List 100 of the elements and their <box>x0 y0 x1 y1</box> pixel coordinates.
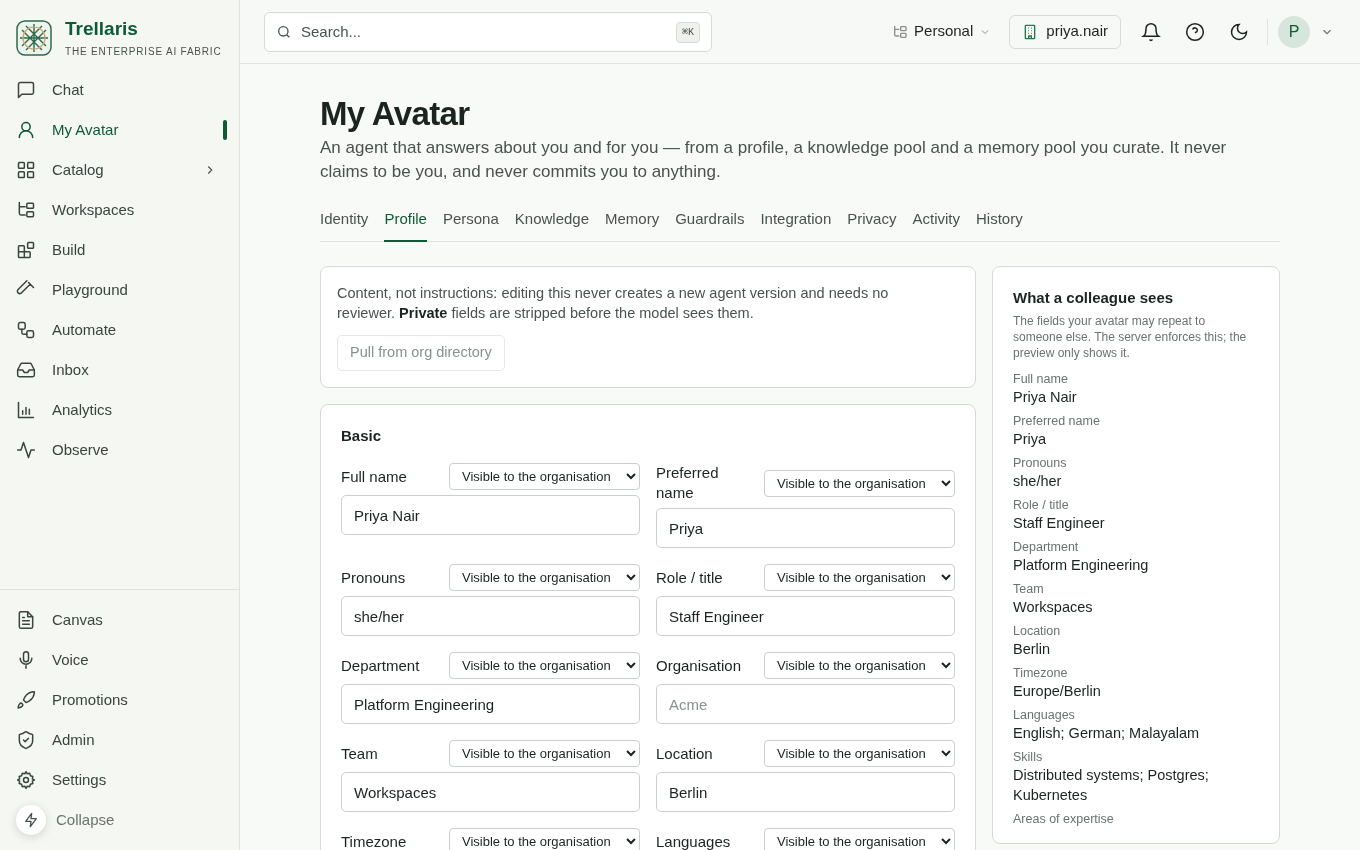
preview-value: Staff Engineer <box>1013 514 1106 533</box>
visibility-select[interactable]: Visible to the organisation <box>764 740 955 767</box>
moon-icon <box>1229 21 1249 42</box>
field-label: Location <box>656 743 714 764</box>
organisation-button[interactable]: priya.nair <box>1009 14 1121 49</box>
input-field[interactable]: Priya <box>656 508 955 548</box>
activity-icon <box>16 440 36 460</box>
page-title: My Avatar <box>320 94 471 134</box>
help-icon <box>1185 21 1205 42</box>
visibility-select[interactable]: Visible to the organisation <box>449 463 640 490</box>
sidebar-item[interactable]: Chat <box>12 70 227 110</box>
field-label: Pronouns <box>341 567 407 588</box>
gear-icon <box>16 770 36 790</box>
field-label: Preferred name <box>656 463 720 503</box>
tab[interactable]: Profile <box>384 208 427 242</box>
preview-title: What a colleague sees <box>1013 287 1175 308</box>
preview-label: Department <box>1013 539 1080 555</box>
user-icon <box>16 120 36 140</box>
visibility-select[interactable]: Visible to the organisation <box>764 469 955 497</box>
tab[interactable]: Memory <box>605 208 660 242</box>
folder-tree-icon <box>16 200 36 220</box>
logo-drawing <box>16 20 52 56</box>
collapse-label[interactable]: Collapse <box>56 808 115 832</box>
visibility-select[interactable]: Visible to the organisation <box>449 564 640 591</box>
preview-value: Platform Engineering <box>1013 556 1150 575</box>
preview-label: Pronouns <box>1013 455 1068 471</box>
tab[interactable]: Integration <box>760 208 832 242</box>
visibility-select[interactable]: Visible to the organisation <box>764 652 955 679</box>
sidebar-item[interactable]: Observe <box>12 430 227 470</box>
tab[interactable]: Privacy <box>847 208 897 242</box>
workspace-dropdown[interactable]: Personal <box>892 20 992 43</box>
preview-label: Languages <box>1013 707 1076 723</box>
visibility-select[interactable]: Visible to the organisation <box>764 564 955 591</box>
lightning-icon <box>23 812 39 828</box>
preview-value: Priya Nair <box>1013 388 1078 407</box>
sidebar-item[interactable]: Settings <box>12 760 227 800</box>
document-icon <box>16 610 36 630</box>
rocket-icon <box>16 690 36 710</box>
input-field[interactable]: Berlin <box>656 772 955 812</box>
brand-name: Trellaris <box>65 17 139 40</box>
sidebar-item[interactable]: Inbox <box>12 350 227 390</box>
preview-label: Location <box>1013 623 1062 639</box>
microphone-icon <box>16 650 36 670</box>
field-label: Full name <box>341 466 408 487</box>
tab[interactable]: Knowledge <box>514 208 589 242</box>
input-field[interactable]: Workspaces <box>341 772 640 812</box>
input-field[interactable]: Platform Engineering <box>341 684 640 724</box>
grid-icon <box>16 160 36 180</box>
preview-label: Full name <box>1013 371 1069 387</box>
tab[interactable]: Identity <box>320 208 369 242</box>
input-field[interactable]: she/her <box>341 596 640 636</box>
input-field[interactable]: Acme <box>656 684 955 724</box>
sidebar-item[interactable]: Catalog <box>12 150 227 190</box>
section-title: Basic <box>341 425 383 446</box>
sidebar-item[interactable]: Automate <box>12 310 227 350</box>
preview-label: Preferred name <box>1013 413 1101 429</box>
preview-label: Role / title <box>1013 497 1070 513</box>
user-avatar[interactable]: P <box>1278 15 1310 48</box>
sidebar-item[interactable]: Admin <box>12 720 227 760</box>
field-label: Languages <box>656 831 732 850</box>
sidebar-item[interactable]: Playground <box>12 270 227 310</box>
active-indicator <box>223 120 227 140</box>
tab[interactable]: History <box>976 208 1023 242</box>
blocks-icon <box>16 240 36 260</box>
field-label: Department <box>341 655 421 676</box>
field-label: Role / title <box>656 567 724 588</box>
sidebar-item[interactable]: Voice <box>12 640 227 680</box>
preview-description: The fields your avatar may repeat to someone else. The server enforces this; the preview only shows it. <box>1013 313 1248 361</box>
sidebar-item[interactable]: Workspaces <box>12 190 227 230</box>
sidebar-item[interactable]: Analytics <box>12 390 227 430</box>
preview-value: Workspaces <box>1013 598 1094 617</box>
sidebar-item[interactable]: Canvas <box>12 600 227 640</box>
preview-label: Team <box>1013 581 1045 597</box>
workflow-icon <box>16 320 36 340</box>
inbox-icon <box>16 360 36 380</box>
input-field[interactable]: Staff Engineer <box>656 596 955 636</box>
preview-value: Europe/Berlin <box>1013 682 1102 701</box>
preview-value: Distributed systems; Postgres; Kubernetes <box>1013 766 1210 805</box>
preview-label: Areas of expertise <box>1013 811 1115 827</box>
folder-tree-icon <box>892 23 909 40</box>
sidebar-item[interactable]: Promotions <box>12 680 227 720</box>
visibility-select[interactable]: Visible to the organisation <box>449 828 640 850</box>
input-field[interactable]: Priya Nair <box>341 495 640 535</box>
bar-chart-icon <box>16 400 36 420</box>
tab[interactable]: Persona <box>442 208 499 242</box>
notice-text: Content, not instructions: editing this never creates a new agent version and needs no reviewer. Private fields are stripped before the model sees them. <box>337 283 890 323</box>
preview-label: Skills <box>1013 749 1044 765</box>
tab[interactable]: Activity <box>912 208 960 242</box>
visibility-select[interactable]: Visible to the organisation <box>449 652 640 679</box>
bell-icon <box>1141 21 1161 42</box>
sidebar-item[interactable]: My Avatar <box>12 110 227 150</box>
preview-value: she/her <box>1013 472 1063 491</box>
preview-value: English; German; Malayalam <box>1013 724 1201 743</box>
visibility-select[interactable]: Visible to the organisation <box>764 828 955 850</box>
search-icon <box>276 23 292 40</box>
page-description: An agent that answers about you and for you — from a profile, a knowledge pool and a memory pool you curate. It never claims to be you, and never commits you to anything. <box>320 137 1228 183</box>
tab[interactable]: Guardrails <box>675 208 745 242</box>
sidebar-item[interactable]: Build <box>12 230 227 270</box>
collapse-button[interactable] <box>16 805 46 835</box>
visibility-select[interactable]: Visible to the organisation <box>449 740 640 767</box>
